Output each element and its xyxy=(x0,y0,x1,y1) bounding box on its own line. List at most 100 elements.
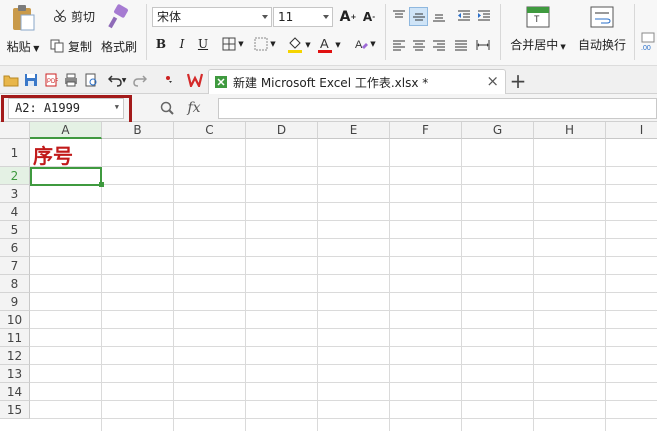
spreadsheet-grid[interactable]: A B C D E F G H I 1 2 3 4 5 6 7 8 9 10 11 12 13 14 15 序号 xyxy=(0,122,657,431)
row-header-2[interactable]: 2 xyxy=(0,167,30,185)
insert-function-button[interactable]: fx xyxy=(182,98,206,118)
grid-line xyxy=(30,166,657,167)
grid-line xyxy=(605,139,606,431)
align-right-button[interactable] xyxy=(430,36,448,54)
bold-button[interactable]: B xyxy=(152,34,170,54)
font-size-select[interactable]: 11 xyxy=(273,7,333,27)
redo-button[interactable] xyxy=(132,72,148,88)
grid-line xyxy=(30,202,657,203)
select-all-corner[interactable] xyxy=(0,122,30,139)
column-header-b[interactable]: B xyxy=(102,122,174,139)
save-button[interactable] xyxy=(22,72,40,88)
separator xyxy=(146,4,147,60)
chevron-down-icon xyxy=(166,76,172,83)
undo-button[interactable]: ▼ xyxy=(104,72,130,88)
increase-font-button[interactable]: A + xyxy=(338,7,358,27)
font-name-select[interactable]: 宋体 xyxy=(152,7,272,27)
align-bottom-icon xyxy=(433,14,445,22)
decrease-indent-button[interactable] xyxy=(455,7,473,25)
row-header-7[interactable]: 7 xyxy=(0,257,30,275)
customize-quickbar-button[interactable] xyxy=(160,72,180,88)
row-header-10[interactable]: 10 xyxy=(0,311,30,329)
number-format-button[interactable]: .00 xyxy=(640,30,656,54)
export-pdf-button[interactable]: PDF xyxy=(42,72,60,88)
row-header-5[interactable]: 5 xyxy=(0,221,30,239)
copy-button[interactable]: 复制 xyxy=(48,36,94,56)
underline-button[interactable]: U xyxy=(194,34,212,54)
row-header-1[interactable]: 1 xyxy=(0,139,30,167)
row-header-9[interactable]: 9 xyxy=(0,293,30,311)
chevron-down-icon: ▼ xyxy=(558,43,566,51)
distributed-button[interactable] xyxy=(473,36,493,54)
align-left-button[interactable] xyxy=(390,36,408,54)
plus-icon: + xyxy=(509,69,527,93)
fill-handle[interactable] xyxy=(99,182,104,187)
grid-line xyxy=(30,310,657,311)
shading-icon xyxy=(254,37,268,51)
row-header-11[interactable]: 11 xyxy=(0,329,30,347)
align-center-button[interactable] xyxy=(410,36,428,54)
align-top-button[interactable] xyxy=(390,7,408,25)
row-header-3[interactable]: 3 xyxy=(0,185,30,203)
svg-text:.00: .00 xyxy=(641,45,651,52)
wrap-text-icon xyxy=(590,6,614,28)
format-painter-button[interactable]: 格式刷 xyxy=(97,4,141,60)
print-button[interactable] xyxy=(62,72,80,88)
svg-text:A: A xyxy=(355,39,363,51)
document-tab[interactable]: 新建 Microsoft Excel 工作表.xlsx * × xyxy=(208,69,506,94)
fx-icon: fx xyxy=(187,100,201,116)
cut-button[interactable]: 剪切 xyxy=(48,6,100,26)
grid-line xyxy=(30,382,657,383)
redo-icon xyxy=(133,75,147,87)
wps-logo[interactable] xyxy=(186,71,204,89)
row-header-14[interactable]: 14 xyxy=(0,383,30,401)
borders-button[interactable]: ▼ xyxy=(218,34,248,54)
row-header-4[interactable]: 4 xyxy=(0,203,30,221)
italic-button[interactable]: I xyxy=(173,34,191,54)
row-header-8[interactable]: 8 xyxy=(0,275,30,293)
column-header-e[interactable]: E xyxy=(318,122,390,139)
font-color-button[interactable]: A ▼ xyxy=(314,34,344,56)
row-header-6[interactable]: 6 xyxy=(0,239,30,257)
print-preview-button[interactable] xyxy=(82,72,100,88)
grid-line xyxy=(30,220,657,221)
fill-pattern-button[interactable]: ▼ xyxy=(250,34,280,54)
chevron-down-icon: ▼ xyxy=(305,41,311,49)
column-header-i[interactable]: I xyxy=(606,122,657,139)
increase-indent-button[interactable] xyxy=(475,7,493,25)
paste-button[interactable]: 粘贴 ▼ xyxy=(2,4,44,60)
grid-line xyxy=(30,184,657,185)
merge-center-button[interactable]: T 合并居中 ▼ xyxy=(505,6,571,60)
new-tab-button[interactable]: + xyxy=(509,69,527,93)
open-folder-button[interactable] xyxy=(2,72,20,88)
font-color-icon: A xyxy=(318,36,333,53)
active-cell-a2[interactable] xyxy=(30,167,102,186)
column-header-d[interactable]: D xyxy=(246,122,318,139)
justify-icon xyxy=(455,40,467,51)
column-header-f[interactable]: F xyxy=(390,122,462,139)
align-middle-icon xyxy=(412,13,425,20)
decrease-font-button[interactable]: A- xyxy=(359,7,379,27)
row-header-13[interactable]: 13 xyxy=(0,365,30,383)
clear-format-button[interactable]: A ▼ xyxy=(350,34,380,54)
align-bottom-button[interactable] xyxy=(430,7,448,25)
column-header-c[interactable]: C xyxy=(174,122,246,139)
paste-label: 粘贴 xyxy=(6,40,31,54)
fill-color-button[interactable]: ▼ xyxy=(284,34,314,56)
separator xyxy=(634,4,635,60)
column-header-h[interactable]: H xyxy=(534,122,606,139)
grid-line xyxy=(389,139,390,431)
zoom-formula-button[interactable] xyxy=(158,99,176,117)
tab-close-icon[interactable]: × xyxy=(486,72,499,90)
row-header-15[interactable]: 15 xyxy=(0,401,30,419)
wrap-text-button[interactable]: 自动换行 xyxy=(574,6,630,60)
column-header-g[interactable]: G xyxy=(462,122,534,139)
column-header-a[interactable]: A xyxy=(30,122,102,139)
chevron-down-icon: ▼ xyxy=(370,40,376,48)
undo-icon xyxy=(107,75,122,87)
align-middle-button[interactable] xyxy=(409,7,428,26)
justify-button[interactable] xyxy=(452,36,470,54)
row-header-12[interactable]: 12 xyxy=(0,347,30,365)
chevron-down-icon: ▼ xyxy=(238,40,244,48)
formula-input[interactable] xyxy=(218,98,657,119)
